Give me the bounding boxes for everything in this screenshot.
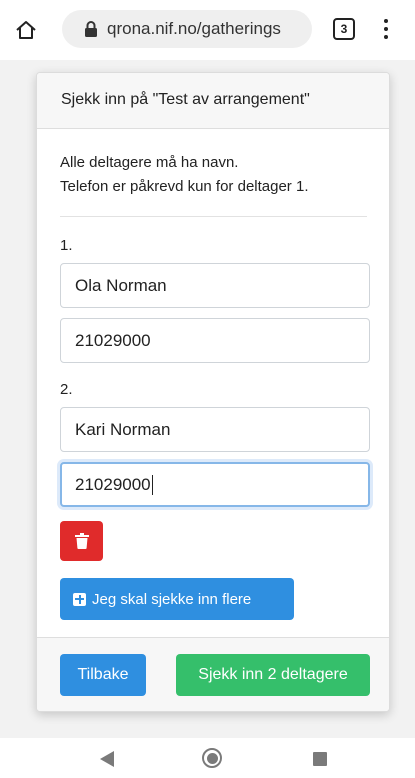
text-caret xyxy=(151,474,153,495)
phone-field[interactable]: 21029000 xyxy=(60,318,370,363)
home-icon[interactable] xyxy=(14,18,38,42)
add-more-label: Jeg skal sjekke inn flere xyxy=(92,590,252,608)
card-body: Alle deltagere må ha navn. Telefon er på… xyxy=(37,129,389,620)
instructions: Alle deltagere må ha navn. Telefon er på… xyxy=(60,151,367,199)
card-footer: Tilbake Sjekk inn 2 deltagere xyxy=(37,637,389,711)
more-vert-icon[interactable] xyxy=(381,16,391,42)
back-triangle-icon[interactable] xyxy=(100,751,114,767)
page-content: Sjekk inn på "Test av arrangement" Alle … xyxy=(0,60,415,738)
home-circle-icon[interactable] xyxy=(202,748,222,768)
participant-number: 2. xyxy=(60,381,73,398)
phone-value: 21029000 xyxy=(75,474,151,494)
instruction-line-1: Alle deltagere må ha navn. xyxy=(60,154,239,171)
recents-square-icon[interactable] xyxy=(313,752,327,766)
browser-toolbar: qrona.nif.no/gatherings 3 xyxy=(0,0,415,60)
card-header: Sjekk inn på "Test av arrangement" xyxy=(37,73,389,129)
tabs-icon[interactable]: 3 xyxy=(333,18,355,40)
back-button[interactable]: Tilbake xyxy=(60,654,146,696)
add-more-participants-button[interactable]: Jeg skal sjekke inn flere xyxy=(60,578,294,620)
name-field[interactable]: Kari Norman xyxy=(60,407,370,452)
plus-square-icon xyxy=(73,592,86,606)
system-nav-bar xyxy=(0,738,415,778)
trash-icon xyxy=(74,533,89,549)
url-text: qrona.nif.no/gatherings xyxy=(107,19,281,38)
participant-2: 2. Kari Norman 21029000 xyxy=(60,381,370,561)
phone-field[interactable]: 21029000 xyxy=(60,462,370,507)
checkin-card: Sjekk inn på "Test av arrangement" Alle … xyxy=(36,72,390,712)
divider xyxy=(60,216,367,217)
checkin-submit-button[interactable]: Sjekk inn 2 deltagere xyxy=(176,654,370,696)
address-bar[interactable]: qrona.nif.no/gatherings xyxy=(62,10,312,48)
participant-number: 1. xyxy=(60,237,73,254)
lock-icon xyxy=(85,21,97,37)
remove-participant-button[interactable] xyxy=(60,521,103,561)
instruction-line-2: Telefon er påkrevd kun for deltager 1. xyxy=(60,178,309,195)
name-field[interactable]: Ola Norman xyxy=(60,263,370,308)
participant-1: 1. Ola Norman 21029000 xyxy=(60,237,370,363)
tab-count: 3 xyxy=(340,22,348,36)
